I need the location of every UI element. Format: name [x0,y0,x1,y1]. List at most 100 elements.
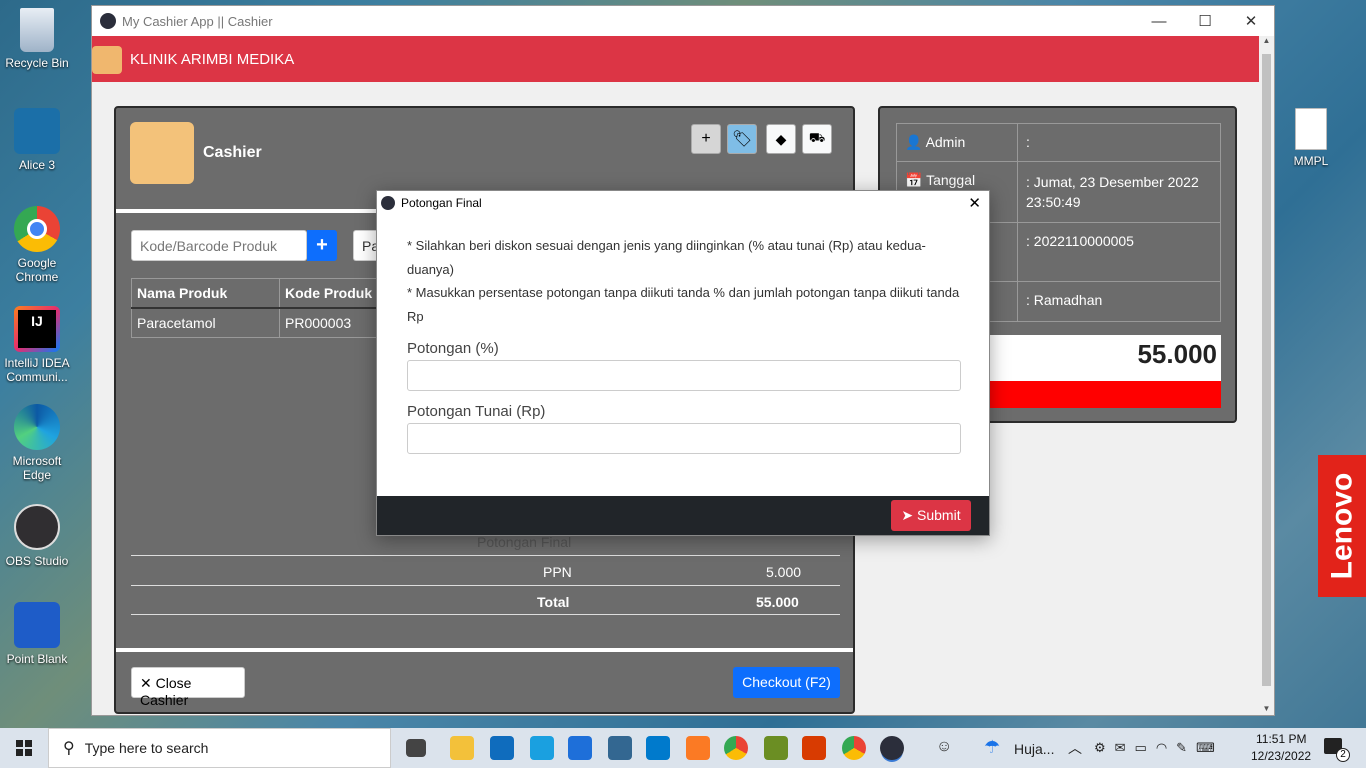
cash-input[interactable] [407,423,961,454]
potongan-final-label: Potongan Final [477,534,572,550]
tanggal-label: Tanggal [926,172,976,188]
cashier-avatar-icon [130,122,194,184]
chrome-taskbar-icon[interactable] [724,736,748,760]
customer-name: : Ramadhan [1017,281,1221,322]
column-header: Nama Produk [131,278,280,309]
admin-value: : [1017,123,1221,162]
maximize-button[interactable]: ☐ [1182,6,1228,36]
task-view-icon[interactable] [406,739,426,757]
start-button[interactable] [16,740,32,756]
ppn-label: PPN [543,564,572,580]
desktop-icon-obs[interactable]: OBS Studio [4,504,70,568]
mail-icon[interactable] [490,736,514,760]
taskbar: ⚲ Type here to search ☺ ☂ Huja... ︿ ⚙✉▭◠… [0,728,1366,768]
l-app-icon[interactable] [530,736,554,760]
info-row: 👤 Admin : [896,123,1221,162]
modal-titlebar: Potongan Final ✕ [377,191,989,215]
desktop-icon-chrome[interactable]: Google Chrome [4,206,70,284]
dolly-icon: ⛟ [808,130,826,145]
weather-text[interactable]: Huja... [1014,741,1054,757]
total-label: Total [537,594,570,610]
obs-icon [14,504,60,550]
discount-modal: Potongan Final ✕ * Silahkan beri diskon … [376,190,990,536]
desktop-icon-alice[interactable]: Alice 3 [4,108,70,172]
checkout-button[interactable]: Checkout (F2) [733,667,840,698]
barcode-input[interactable]: Kode/Barcode Produk [131,230,307,261]
app-icon [100,13,116,29]
dolly-button[interactable]: ⛟ [802,124,832,154]
file-explorer-icon[interactable] [450,736,474,760]
user-icon: 👤 [905,134,923,150]
transaction-number: : 2022110000005 [1017,222,1221,282]
desktop-icon-label: Recycle Bin [5,56,69,70]
desktop-icon-edge[interactable]: Microsoft Edge [4,404,70,482]
desktop-icon-label: Point Blank [6,652,68,666]
add-product-button[interactable]: + [691,124,721,154]
lenovo-logo: Lenovo [1318,455,1366,597]
total-value: 55.000 [756,594,799,610]
add-barcode-button[interactable]: + [307,230,337,261]
window-close-button[interactable]: ✕ [1228,6,1274,36]
weather-icon: ☂ [984,737,1001,757]
store-icon[interactable] [568,736,592,760]
modal-close-button[interactable]: ✕ [968,194,981,212]
office-icon[interactable] [802,736,826,760]
document-icon [1295,108,1327,150]
scroll-thumb[interactable] [1262,54,1271,686]
discount-tags-button[interactable]: 🏷 [727,124,757,154]
calendar-icon: 📅 [905,172,923,188]
send-icon: ➤ [901,507,914,523]
table-row[interactable]: Paracetamol PR000003 [131,307,380,338]
desktop-icon-label: IntelliJ IDEA Communi... [4,356,70,384]
tag-button[interactable]: ◆ [766,124,796,154]
close-cashier-button[interactable]: ✕ Close Cashier [131,667,245,708]
app-header: KLINIK ARIMBI MEDIKA [92,36,1274,82]
submit-label: Submit [917,507,961,523]
minimize-button[interactable]: — [1136,6,1182,36]
cashier-title: Cashier [203,144,262,161]
scroll-up-icon[interactable]: ▲ [1259,36,1274,45]
window-title: My Cashier App || Cashier [122,13,273,29]
divider [116,648,853,652]
cashier-logo-icon [92,46,122,74]
vscode-icon[interactable] [646,736,670,760]
desktop-icon-label: Microsoft Edge [12,454,62,482]
cash-label: Potongan Tunai (Rp) [407,403,546,420]
app-icon [381,196,395,210]
alice-icon [14,108,60,154]
cashier-app-taskbar-icon[interactable] [880,736,904,760]
column-header: Kode Produk [279,278,380,309]
grand-total: 55.000 [1137,339,1217,369]
postgres-icon[interactable] [608,736,632,760]
table-cell: Paracetamol [131,307,280,338]
clock-date[interactable]: 12/23/2022 [1251,749,1311,763]
window-titlebar: My Cashier App || Cashier — ☐ ✕ [92,6,1274,36]
modal-footer: ➤ Submit [377,496,989,535]
tag-icon: ◆ [775,130,787,147]
taskbar-search[interactable]: ⚲ Type here to search [48,728,391,768]
desktop-icon-point-blank[interactable]: Point Blank [4,602,70,666]
percent-input[interactable] [407,360,961,391]
desktop-icon-intellij[interactable]: IJ IntelliJ IDEA Communi... [4,306,70,384]
chrome-profile-icon[interactable] [842,736,866,760]
desktop-icon-label: Alice 3 [18,158,56,172]
vertical-scrollbar[interactable]: ▲ ▼ [1259,36,1274,715]
desktop-icon-recycle-bin[interactable]: Recycle Bin [4,8,70,70]
tray-icons: ⚙✉▭◠✎⌨ [1094,740,1224,755]
table-cell: PR000003 [279,307,380,338]
desktop-icon-label: Google Chrome [15,256,59,284]
xampp-icon[interactable] [686,736,710,760]
desktop-icon-label: MMPL [1293,154,1329,168]
tool-icon[interactable] [764,736,788,760]
summary-row-total: Total 55.000 [131,585,840,615]
modal-note-1: * Silahkan beri diskon sesuai dengan jen… [407,238,926,277]
recycle-bin-icon [20,8,54,52]
product-table: Nama Produk Kode Produk Paracetamol PR00… [131,278,380,338]
desktop-icon-mmpl[interactable]: MMPL [1278,108,1344,168]
submit-button[interactable]: ➤ Submit [891,500,971,531]
people-icon[interactable]: ☺ [936,738,952,756]
scroll-down-icon[interactable]: ▼ [1259,704,1274,713]
chrome-icon [14,206,60,252]
clock-time[interactable]: 11:51 PM [1256,732,1306,746]
chevron-up-icon[interactable]: ︿ [1068,738,1082,758]
